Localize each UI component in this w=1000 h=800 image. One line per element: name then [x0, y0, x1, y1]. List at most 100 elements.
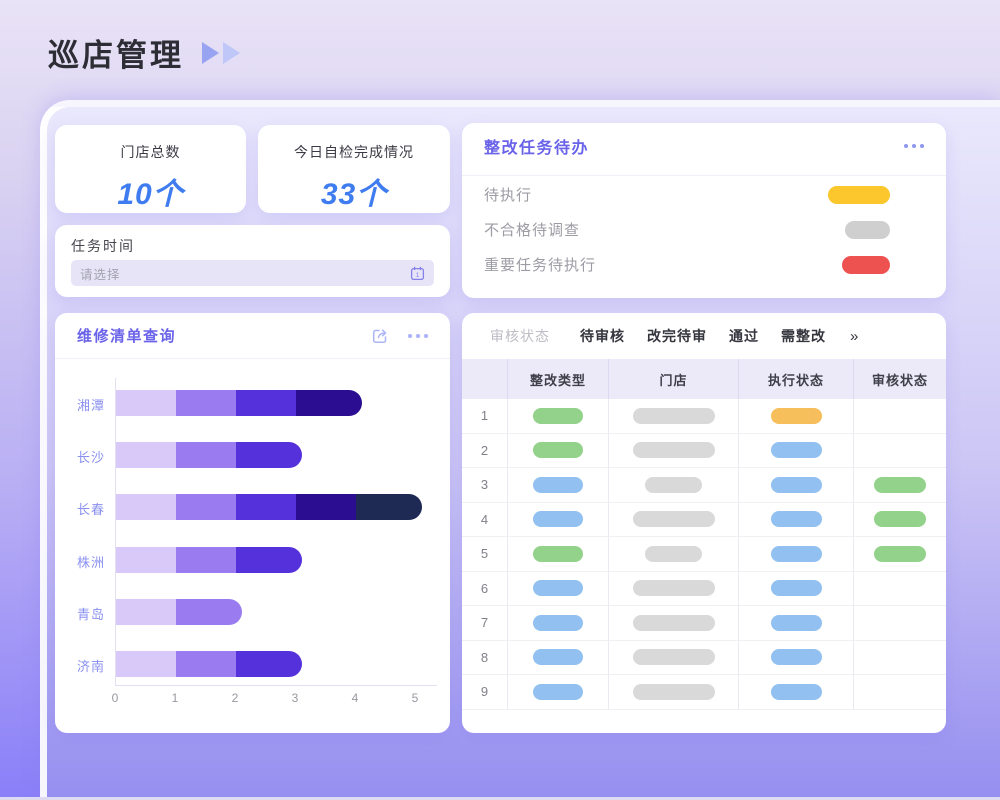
exec-status-cell-pill	[771, 442, 822, 458]
todo-item[interactable]: 重要任务待执行	[462, 247, 946, 282]
chart-segment	[176, 442, 236, 468]
chart-bar-长春	[116, 494, 422, 520]
chart-segment	[116, 442, 176, 468]
tab-需整改[interactable]: 需整改	[781, 328, 826, 344]
chart-x-tick: 1	[160, 691, 190, 705]
chart-bar-青岛	[116, 599, 242, 625]
row-number: 5	[462, 537, 508, 572]
row-number: 1	[462, 399, 508, 434]
store-cell-pill	[633, 408, 715, 424]
todo-card-title: 整改任务待办	[484, 134, 589, 158]
table-row[interactable]: 8	[462, 641, 946, 676]
stat-value: 33个	[258, 169, 450, 213]
chart-segment	[176, 390, 236, 416]
main-panel: 门店总数 10个 今日自检完成情况 33个 任务时间 请选择 1 维修清单查询	[40, 100, 1000, 797]
more-icon[interactable]	[408, 334, 428, 338]
type-cell-pill	[533, 684, 583, 700]
task-time-date-input[interactable]: 请选择 1	[71, 260, 434, 286]
export-icon[interactable]	[370, 326, 390, 346]
store-cell	[609, 468, 739, 503]
todo-item[interactable]: 待执行	[462, 177, 946, 212]
chart-segment	[296, 390, 362, 416]
chart-category-label: 株洲	[55, 552, 105, 571]
table-header-审核状态: 审核状态	[854, 359, 946, 399]
table-row[interactable]: 6	[462, 572, 946, 607]
chart-category-label: 长春	[55, 499, 105, 518]
chart-segment	[116, 547, 176, 573]
stat-label: 门店总数	[55, 142, 246, 162]
exec-status-cell	[739, 468, 854, 503]
review-filter-label: 审核状态	[490, 326, 550, 346]
table-header-执行状态: 执行状态	[739, 359, 854, 399]
chart-x-tick: 2	[220, 691, 250, 705]
chart-segment	[236, 547, 302, 573]
chart-category-label: 湘潭	[55, 395, 105, 414]
chart-category-label: 济南	[55, 656, 105, 675]
svg-text:1: 1	[416, 272, 420, 279]
store-cell-pill	[633, 615, 715, 631]
exec-status-cell	[739, 572, 854, 607]
table-row[interactable]: 5	[462, 537, 946, 572]
table-row[interactable]: 3	[462, 468, 946, 503]
store-cell-pill	[633, 580, 715, 596]
page-title: 巡店管理	[48, 30, 184, 75]
chart-segment	[296, 494, 356, 520]
row-number: 6	[462, 572, 508, 607]
chart-bar-济南	[116, 651, 302, 677]
type-cell-pill	[533, 546, 583, 562]
chart-y-axis	[115, 378, 116, 685]
chart-segment	[116, 599, 176, 625]
review-status-cell	[854, 434, 946, 469]
row-number: 2	[462, 434, 508, 469]
table-row[interactable]: 4	[462, 503, 946, 538]
todo-status-pill	[842, 256, 890, 274]
todo-item-label: 不合格待调查	[484, 219, 580, 240]
tab-待审核[interactable]: 待审核	[580, 328, 625, 344]
tab-通过[interactable]: 通过	[729, 328, 759, 344]
type-cell	[508, 641, 609, 676]
store-cell	[609, 606, 739, 641]
chart-segment	[176, 494, 236, 520]
repair-card-header: 维修清单查询	[55, 313, 450, 358]
repair-bar-chart: 湘潭长沙长春株洲青岛济南012345	[55, 358, 450, 733]
todo-item[interactable]: 不合格待调查	[462, 212, 946, 247]
row-number: 9	[462, 675, 508, 710]
row-number: 7	[462, 606, 508, 641]
date-placeholder: 请选择	[80, 264, 121, 283]
stat-card-self-check: 今日自检完成情况 33个	[258, 125, 450, 213]
tabs-more-button[interactable]: »	[850, 328, 858, 345]
task-time-label: 任务时间	[71, 236, 135, 256]
chart-segment	[236, 390, 296, 416]
play-triangle-icon	[202, 42, 219, 64]
calendar-icon[interactable]: 1	[410, 266, 425, 281]
store-cell-pill	[633, 511, 715, 527]
todo-item-label: 重要任务待执行	[484, 254, 596, 275]
type-cell-pill	[533, 580, 583, 596]
table-row[interactable]: 7	[462, 606, 946, 641]
card-divider	[462, 175, 946, 176]
chart-segment	[116, 651, 176, 677]
tab-改完待审[interactable]: 改完待审	[647, 328, 707, 344]
store-cell	[609, 572, 739, 607]
review-tabs: 待审核 改完待审 通过 需整改	[580, 326, 848, 346]
exec-status-cell	[739, 641, 854, 676]
chart-x-tick: 4	[340, 691, 370, 705]
store-cell	[609, 434, 739, 469]
store-cell	[609, 503, 739, 538]
exec-status-cell-pill	[771, 546, 822, 562]
todo-card: 整改任务待办 待执行不合格待调查重要任务待执行	[462, 123, 946, 298]
chart-x-tick: 5	[400, 691, 430, 705]
chart-segment	[176, 547, 236, 573]
stat-label: 今日自检完成情况	[258, 142, 450, 162]
repair-card-title: 维修清单查询	[77, 325, 176, 346]
todo-status-pill	[828, 186, 890, 204]
type-cell-pill	[533, 649, 583, 665]
type-cell-pill	[533, 511, 583, 527]
table-row[interactable]: 9	[462, 675, 946, 710]
task-time-card: 任务时间 请选择 1	[55, 225, 450, 297]
exec-status-cell	[739, 606, 854, 641]
table-row[interactable]: 1	[462, 399, 946, 434]
table-row[interactable]: 2	[462, 434, 946, 469]
more-icon[interactable]	[904, 144, 924, 148]
review-status-cell	[854, 399, 946, 434]
